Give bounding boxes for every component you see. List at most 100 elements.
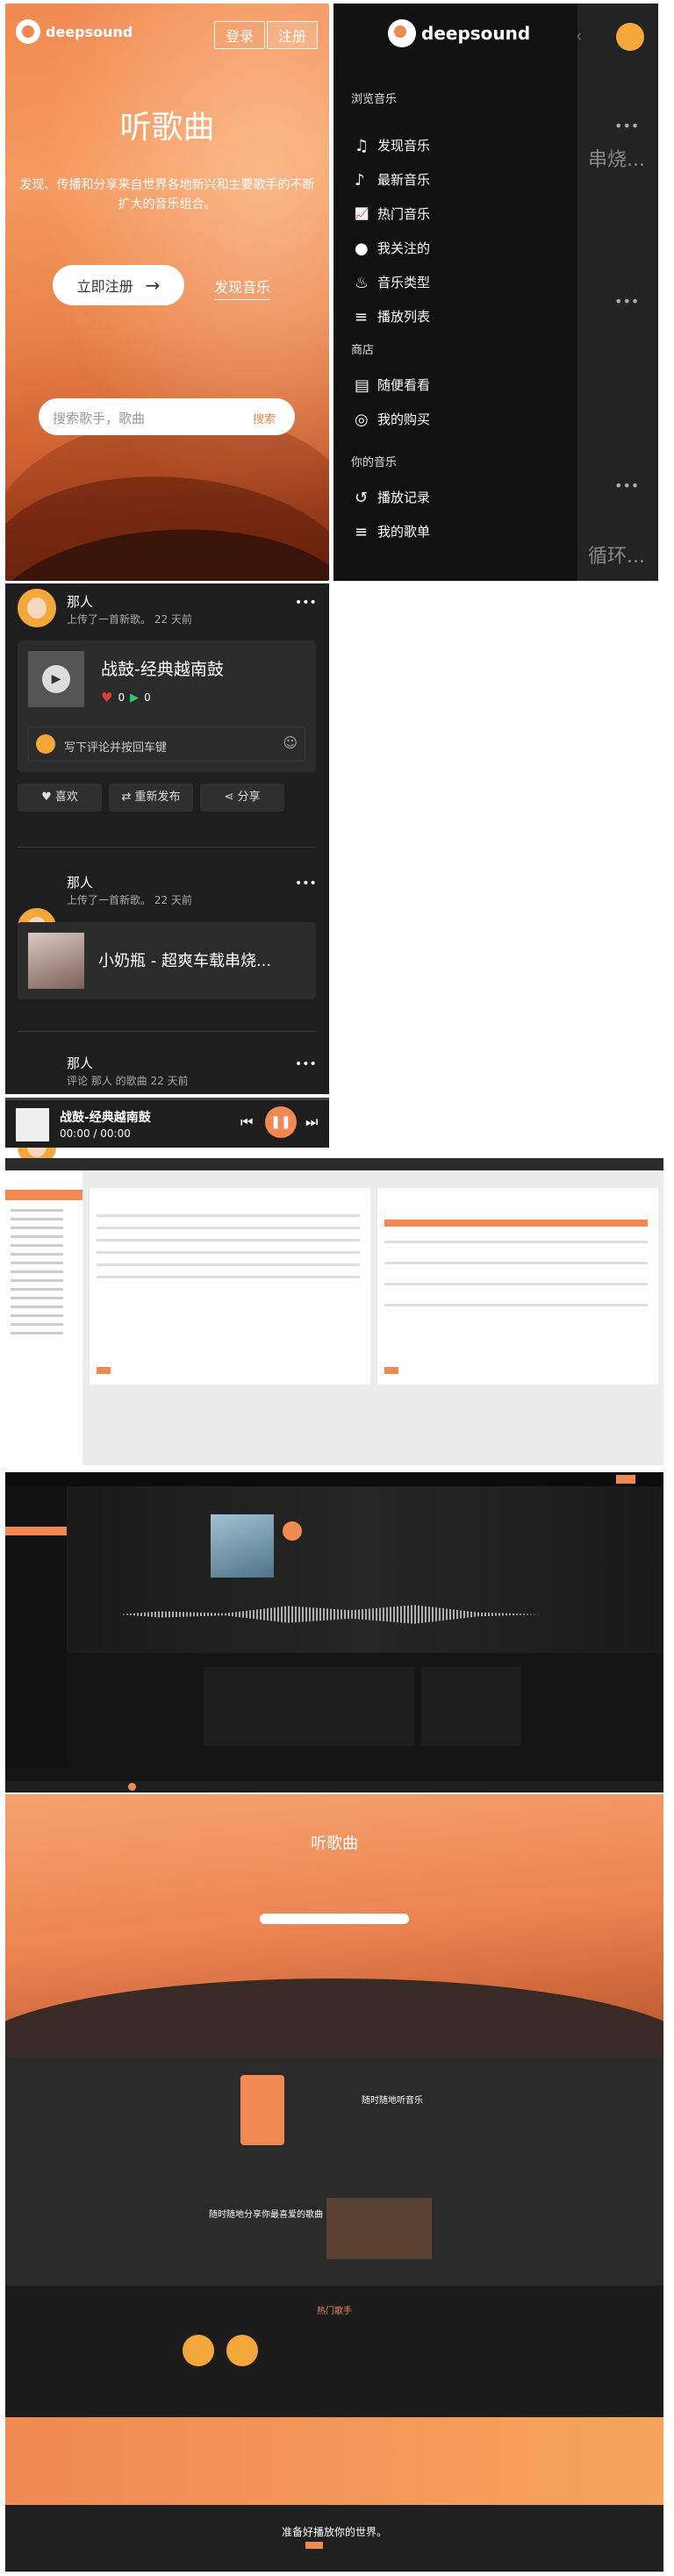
song-cover[interactable] bbox=[16, 1108, 49, 1141]
app-sidebar bbox=[5, 1486, 67, 1767]
sidebar-item-browse-store[interactable]: ▤ 随便看看 bbox=[355, 376, 430, 395]
sidebar-item-label: 播放列表 bbox=[377, 309, 431, 325]
mobile-hero: deepsound 登录 注册 听歌曲 发现、传播和分享来自世界各地新兴和主要歌… bbox=[5, 4, 329, 581]
admin-color-field[interactable] bbox=[384, 1220, 648, 1227]
avatar[interactable] bbox=[616, 23, 644, 51]
post-username[interactable]: 那人 bbox=[67, 873, 93, 891]
waveform[interactable] bbox=[119, 1605, 541, 1624]
sidebar-item-trending[interactable]: 📈 热门音乐 bbox=[355, 204, 430, 223]
sidebar-item-latest[interactable]: ♪ 最新音乐 bbox=[355, 170, 430, 190]
play-button[interactable] bbox=[283, 1521, 302, 1541]
share-button[interactable]: ⋖ 分享 bbox=[200, 784, 284, 812]
more-icon[interactable]: ••• bbox=[295, 1057, 317, 1071]
sidebar-screen: 串烧... 循环... ••• ••• ••• × deepsound 浏览音乐… bbox=[333, 4, 658, 581]
search-input[interactable]: 搜索歌手，歌曲 bbox=[53, 409, 145, 427]
comment-box: 写下评论并按回车键 ☺ bbox=[28, 726, 305, 762]
sidebar-item-label: 我的歌单 bbox=[377, 524, 431, 540]
signup-button[interactable]: 注册 bbox=[267, 21, 319, 49]
headphones-icon bbox=[388, 19, 416, 47]
divider bbox=[18, 1031, 316, 1032]
song-card: 小奶瓶 - 超爽车载串烧... bbox=[18, 922, 316, 999]
now-playing-title: 战鼓-经典越南鼓 bbox=[60, 1111, 151, 1125]
desktop-landing-screenshot: 听歌曲 随时随地听音乐 随时随地分享你最喜爱的歌曲 热门歌手 准备好播放你的世界… bbox=[5, 1794, 663, 2572]
more-icon[interactable]: ••• bbox=[614, 118, 639, 134]
sidebar-item-my-playlists[interactable]: ≡ 我的歌单 bbox=[355, 522, 430, 541]
sidebar-item-genres[interactable]: ♨ 音乐类型 bbox=[355, 273, 430, 292]
app-player-bar bbox=[5, 1781, 663, 1792]
sidebar-item-discover[interactable]: ♫ 发现音乐 bbox=[355, 136, 430, 155]
post-username[interactable]: 那人 bbox=[67, 592, 93, 611]
comment-input[interactable]: 写下评论并按回车键 bbox=[64, 738, 167, 755]
avatar[interactable] bbox=[183, 2335, 214, 2366]
drop-icon: ● bbox=[355, 240, 369, 258]
app-sidebar-active[interactable] bbox=[5, 1527, 67, 1535]
share-label: 分享 bbox=[237, 791, 261, 804]
song-cover[interactable] bbox=[28, 933, 84, 989]
heart-icon: ♥ bbox=[101, 690, 113, 705]
side-menu: deepsound 浏览音乐 商店 你的音乐 ♫ 发现音乐 ♪ 最新音乐 📈 热门音乐… bbox=[333, 4, 577, 581]
sidebar-item-label: 音乐类型 bbox=[377, 275, 431, 290]
related-panel bbox=[421, 1667, 521, 1746]
previous-icon[interactable]: ⏮ bbox=[240, 1113, 253, 1131]
sidebar-item-label: 我的购买 bbox=[377, 411, 431, 427]
comments-panel bbox=[204, 1667, 414, 1746]
pause-button[interactable]: ❚❚ bbox=[265, 1106, 297, 1138]
background-song-title: 循环... bbox=[588, 546, 645, 568]
brand-logo[interactable]: deepsound bbox=[388, 19, 530, 47]
hero-subtitle: 发现、传播和分享来自世界各地新兴和主要歌手的不断扩大的音乐组合。 bbox=[19, 178, 315, 211]
music-note-icon: ♫ bbox=[355, 137, 369, 155]
next-icon[interactable]: ⏭ bbox=[305, 1113, 318, 1131]
discover-music-link[interactable]: 发现音乐 bbox=[214, 275, 271, 300]
sidebar-item-label: 热门音乐 bbox=[377, 206, 431, 222]
search-bar: 搜索歌手，歌曲 搜索 bbox=[39, 398, 295, 435]
post-username[interactable]: 那人 bbox=[67, 1054, 93, 1072]
avatar[interactable] bbox=[226, 2335, 258, 2366]
avatar[interactable] bbox=[18, 589, 56, 627]
more-icon[interactable]: ••• bbox=[614, 477, 639, 494]
login-button[interactable]: 登录 bbox=[214, 21, 266, 49]
hot-artists: 热门歌手 bbox=[5, 2286, 663, 2417]
sidebar-item-following[interactable]: ● 我关注的 bbox=[355, 239, 430, 258]
song-cover[interactable] bbox=[211, 1514, 274, 1578]
more-icon[interactable]: ••• bbox=[295, 877, 317, 891]
register-now-button[interactable]: 立即注册 → bbox=[53, 265, 184, 305]
play-count: 0 bbox=[144, 691, 151, 704]
genre-icon: ♨ bbox=[355, 274, 369, 292]
landing-search-bar[interactable] bbox=[260, 1914, 409, 1924]
brand-logo[interactable]: deepsound bbox=[16, 19, 133, 44]
admin-menu-items bbox=[11, 1209, 63, 1212]
song-cover[interactable]: ▶ bbox=[28, 651, 84, 707]
admin-save-button[interactable] bbox=[384, 1367, 398, 1374]
share-icon: ⋖ bbox=[224, 791, 238, 804]
song-stats: ♥ 0 ▶ 0 bbox=[101, 690, 151, 705]
post-meta: 上传了一首新歌。 22 天前 bbox=[67, 613, 192, 626]
admin-save-button[interactable] bbox=[97, 1367, 111, 1374]
sidebar-item-history[interactable]: ↺ 播放记录 bbox=[355, 488, 430, 507]
song-title[interactable]: 战鼓-经典越南鼓 bbox=[101, 656, 224, 680]
landing-cta: 准备好播放你的世界。 bbox=[5, 2505, 663, 2572]
feature-title: 随时随地听音乐 bbox=[362, 2096, 423, 2106]
activity-feed: 那人 上传了一首新歌。 22 天前 ••• ▶ 战鼓-经典越南鼓 ♥ 0 ▶ 0… bbox=[5, 583, 329, 1166]
post-meta: 上传了一首新歌。 22 天前 bbox=[67, 894, 192, 906]
emoji-icon[interactable]: ☺ bbox=[283, 734, 298, 751]
play-button[interactable] bbox=[128, 1783, 136, 1791]
more-icon[interactable]: ••• bbox=[614, 293, 639, 310]
progress-track[interactable] bbox=[5, 1098, 329, 1100]
upload-button[interactable] bbox=[616, 1475, 635, 1484]
song-title[interactable]: 小奶瓶 - 超爽车载串烧... bbox=[98, 948, 271, 971]
more-icon[interactable]: ••• bbox=[295, 596, 317, 610]
repost-button[interactable]: ⇄ 重新发布 bbox=[109, 784, 193, 812]
admin-sidebar bbox=[5, 1170, 82, 1465]
landing-title: 听歌曲 bbox=[311, 1835, 358, 1853]
cta-title: 准备好播放你的世界。 bbox=[281, 2526, 387, 2538]
cta-signup-button[interactable] bbox=[305, 2542, 323, 2549]
sidebar-item-purchases[interactable]: ◎ 我的购买 bbox=[355, 410, 430, 429]
like-label: 喜欢 bbox=[54, 791, 78, 804]
admin-sidebar-active[interactable] bbox=[5, 1190, 82, 1200]
like-button[interactable]: ♥ 喜欢 bbox=[18, 784, 102, 812]
background-song-title: 串烧... bbox=[588, 149, 645, 171]
search-button[interactable]: 搜索 bbox=[253, 410, 276, 426]
sidebar-item-playlists[interactable]: ≡ 播放列表 bbox=[355, 307, 430, 326]
play-icon[interactable]: ▶ bbox=[42, 665, 70, 693]
section-store-title: 商店 bbox=[351, 344, 375, 357]
